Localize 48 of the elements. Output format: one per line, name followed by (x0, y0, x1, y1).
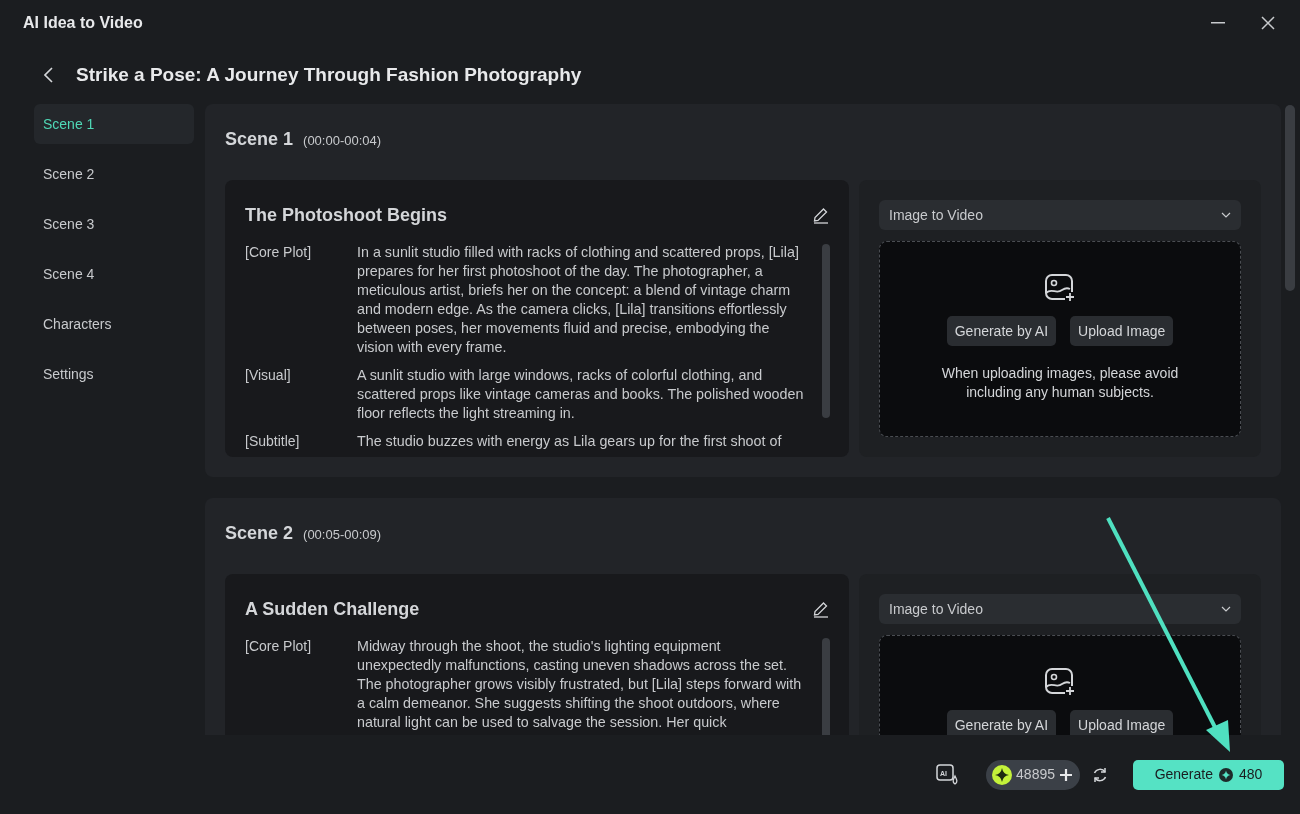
image-add-icon (1044, 273, 1076, 303)
upload-dropzone[interactable]: Generate by AI Upload Image When uploading images, please avoid including any human subjects. (879, 241, 1241, 437)
scene-time: (00:05-00:09) (303, 526, 382, 544)
section-label: [Core Plot] (245, 243, 313, 262)
chevron-down-icon (1221, 606, 1231, 612)
section-text: In a sunlit studio filled with racks of clothing and scattered props, [Lila] prepares for her first photoshoot of the day. The photographer, a meticulous artist, briefs her on the concept: a blend of vintage charm and modern edge. As the camera clicks, [Lila] transitions effortlessly between poses, her movements fluid and precise, embodying the vision with every frame. (357, 243, 800, 357)
credits-count: 48895 (1016, 765, 1055, 784)
refresh-icon[interactable] (1092, 766, 1108, 783)
upload-image-button[interactable]: Upload Image (1070, 710, 1174, 735)
sidebar-item[interactable]: Characters (34, 304, 194, 344)
scene-title: A Sudden Challenge (245, 598, 420, 621)
sidebar-item[interactable]: Scene 2 (34, 154, 194, 194)
edit-icon[interactable] (813, 207, 829, 224)
upload-dropzone[interactable]: Generate by AI Upload Image (879, 635, 1241, 735)
scene-title: The Photoshoot Begins (245, 204, 447, 227)
scrollbar-thumb[interactable] (1285, 105, 1295, 291)
section-label: [Subtitle] (245, 432, 301, 451)
mode-dropdown[interactable]: Image to Video (879, 594, 1241, 624)
section-text: A sunlit studio with large windows, racks of colorful clothing, and scattered props like vintage cameras and books. The polished wooden floor reflects the light streaming in. (357, 366, 805, 423)
mode-dropdown[interactable]: Image to Video (879, 200, 1241, 230)
edit-icon[interactable] (813, 601, 829, 618)
generate-by-ai-button[interactable]: Generate by AI (946, 710, 1057, 735)
sidebar-item[interactable]: Scene 3 (34, 204, 194, 244)
text-scrollbar-thumb[interactable] (822, 244, 830, 418)
section-label: [Core Plot] (245, 637, 313, 656)
chevron-down-icon (1221, 212, 1231, 218)
section-label: [Visual] (245, 366, 292, 385)
generate-button[interactable]: Generate 480 (1133, 759, 1284, 790)
credit-icon (992, 764, 1013, 785)
upload-image-button[interactable]: Upload Image (1070, 316, 1174, 346)
sidebar-item[interactable]: Scene 4 (34, 254, 194, 294)
image-add-icon (1044, 667, 1076, 697)
section-text: The studio buzzes with energy as Lila gears up for the first shoot of (357, 432, 783, 451)
minimize-icon[interactable] (1211, 22, 1225, 24)
add-icon[interactable] (1059, 767, 1073, 782)
credits-pill[interactable]: 48895 (986, 759, 1080, 790)
upload-hint: When uploading images, please avoid including any human subjects. (940, 364, 1180, 402)
section-text: Midway through the shoot, the studio's lighting equipment unexpectedly malfunctions, casting uneven shadows across the set. The photographer grows visibly frustrated, but [Lila] steps forward with a calm demeanor. She suggests shifting the shoot outdoors, where natural light can be used to salvage the session. Her quick (357, 637, 803, 732)
scene-name: Scene 1 (225, 128, 294, 151)
project-title: Strike a Pose: A Journey Through Fashion Photography (76, 62, 582, 87)
credit-icon (1219, 767, 1233, 782)
scene-time: (00:00-00:04) (303, 132, 382, 150)
sidebar-item[interactable]: Settings (34, 354, 194, 394)
window-title: AI Idea to Video (23, 13, 143, 33)
sidebar-item[interactable]: Scene 1 (34, 104, 194, 144)
scene-name: Scene 2 (225, 522, 294, 545)
close-icon[interactable] (1261, 16, 1275, 30)
generate-by-ai-button[interactable]: Generate by AI (946, 316, 1057, 346)
